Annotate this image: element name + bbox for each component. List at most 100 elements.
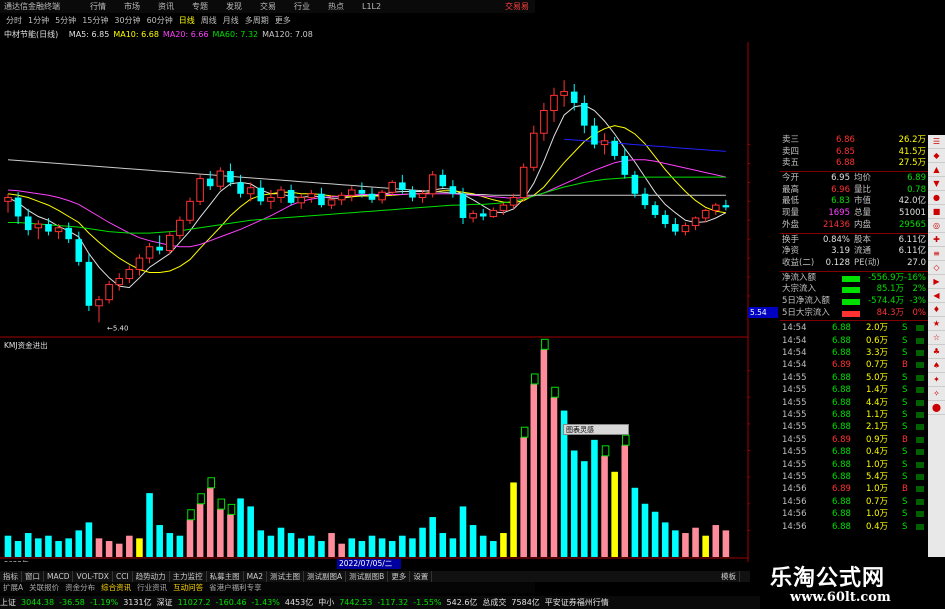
menu-item[interactable]: 交易: [260, 2, 276, 11]
volume-bar: [176, 535, 184, 557]
toolbar-icon[interactable]: ◀: [928, 289, 945, 303]
toolbar-icon[interactable]: ♣: [928, 345, 945, 359]
toolbar-icon[interactable]: ◇: [928, 261, 945, 275]
period-tab[interactable]: 5分钟: [55, 14, 76, 27]
flow-bar: [842, 298, 860, 305]
toolbar-icon[interactable]: ✦: [928, 373, 945, 387]
tick-volume: 1.4万: [866, 385, 889, 396]
ma-line: [8, 176, 726, 234]
indicator-tab[interactable]: CCI: [113, 571, 133, 582]
candle-body: [318, 193, 325, 206]
menu-item[interactable]: L1L2: [362, 2, 381, 11]
period-tab[interactable]: 多周期: [245, 14, 269, 27]
extension-tab[interactable]: 省港户福利专享: [206, 582, 265, 593]
volume-bar: [712, 525, 720, 557]
menu-item[interactable]: 发现: [226, 2, 242, 11]
candle-body: [14, 197, 22, 217]
stat-value: 6.83: [831, 196, 850, 207]
indicator-tab[interactable]: 趋势动力: [133, 571, 170, 582]
ask-row[interactable]: 卖三 6.86 26.2万: [780, 135, 928, 147]
period-tab[interactable]: 60分钟: [147, 14, 173, 27]
template-button[interactable]: 模板: [718, 571, 740, 582]
trade-menu[interactable]: 交易易: [505, 0, 529, 13]
period-tab[interactable]: 更多: [275, 14, 291, 27]
toolbar-icon[interactable]: ●: [928, 191, 945, 205]
ask-row[interactable]: 卖五 6.88 27.5万: [780, 158, 928, 170]
period-tab[interactable]: 分时: [6, 14, 22, 27]
candle-body: [560, 91, 568, 96]
menu-item[interactable]: 资讯: [158, 2, 174, 11]
toolbar-icon[interactable]: ☰: [928, 135, 945, 149]
candle-body: [540, 110, 548, 134]
volume-bar: [661, 522, 669, 557]
tick-row: 14:54 6.88 3.3万 S: [780, 347, 928, 359]
indicator-tab[interactable]: 测试副图A: [304, 571, 347, 582]
indicator-tab[interactable]: VOL-TDX: [73, 571, 113, 582]
menu-item[interactable]: 行业: [294, 2, 310, 11]
toolbar-icon[interactable]: ♠: [928, 359, 945, 373]
volume-bar: [65, 538, 72, 557]
tick-volume: 3.3万: [866, 348, 889, 359]
toolbar-icon[interactable]: ⬤: [928, 401, 945, 415]
period-tab[interactable]: 周线: [201, 14, 217, 27]
candle-body: [449, 186, 457, 194]
toolbar-icon[interactable]: ☆: [928, 331, 945, 345]
volume-bar: [459, 506, 467, 557]
toolbar-icon[interactable]: ▼: [928, 177, 945, 191]
candle-body: [105, 284, 113, 301]
toolbar-icon[interactable]: ▲: [928, 163, 945, 177]
ma-legend: 中材节能(日线) MA5: 6.85 MA10: 6.68 MA20: 6.66 MA…: [0, 29, 750, 41]
menu-item[interactable]: 行情: [90, 2, 106, 11]
extension-tab[interactable]: 扩展A: [0, 582, 26, 593]
indicator-tab[interactable]: MA2: [244, 571, 268, 582]
extension-tab[interactable]: 互动问答: [170, 582, 206, 593]
extension-tab[interactable]: 关联报价: [26, 582, 62, 593]
indicator-tab[interactable]: 设置: [410, 571, 433, 582]
extension-tab[interactable]: 综合资讯: [98, 582, 134, 593]
indicator-tab[interactable]: 主力监控: [170, 571, 207, 582]
candle-body: [115, 278, 124, 286]
indicator-tab[interactable]: 更多: [388, 571, 411, 582]
indicator-tab[interactable]: 指标: [0, 571, 22, 582]
menu-item[interactable]: 市场: [124, 2, 140, 11]
status-item: 3131亿: [123, 598, 152, 607]
ask-price: 6.85: [836, 146, 855, 157]
period-tab[interactable]: 1分钟: [28, 14, 49, 27]
candle-body: [45, 224, 52, 232]
toolbar-icon[interactable]: ♦: [928, 303, 945, 317]
period-tab[interactable]: 30分钟: [114, 14, 140, 27]
extension-tab[interactable]: 行业资讯: [134, 582, 170, 593]
menu-item[interactable]: 专题: [192, 2, 208, 11]
volume-bar: [651, 511, 659, 557]
indicator-tab[interactable]: 测试副图B: [346, 571, 389, 582]
extension-tab[interactable]: 资金分布: [62, 582, 98, 593]
indicator-tab[interactable]: 私募主图: [207, 571, 244, 582]
stat-label: 量比: [854, 184, 872, 195]
toolbar-icon[interactable]: ◎: [928, 219, 945, 233]
indicator-tab[interactable]: 测试主图: [267, 571, 305, 582]
toolbar-icon[interactable]: ▶: [928, 275, 945, 289]
status-item: 4453亿: [284, 598, 314, 607]
tick-count: [916, 461, 924, 468]
toolbar-icon[interactable]: ◆: [928, 149, 945, 163]
toolbar-icon[interactable]: ★: [928, 317, 945, 331]
tick-side: B: [902, 484, 908, 495]
volume-bar: [510, 482, 517, 557]
chart-tooltip[interactable]: 图表灵感: [563, 424, 629, 435]
period-tab[interactable]: 15分钟: [82, 14, 108, 27]
tick-row: 14:55 6.88 1.4万 S: [780, 384, 928, 396]
toolbar-icon[interactable]: ✧: [928, 387, 945, 401]
indicator-tab[interactable]: MACD: [44, 571, 74, 582]
volume-panel-title: KMJ资金进出: [4, 340, 48, 350]
kline-chart[interactable]: 7.757.507.257.006.756.506.256.005.755.50…: [0, 42, 750, 562]
toolbar-icon[interactable]: ■: [928, 205, 945, 219]
toolbar-icon[interactable]: ✚: [928, 233, 945, 247]
period-tab[interactable]: 月线: [223, 14, 239, 27]
ask-row[interactable]: 卖四 6.85 41.5万: [780, 147, 928, 159]
menu-item[interactable]: 热点: [328, 2, 344, 11]
period-tab[interactable]: 日线: [179, 14, 195, 27]
toolbar-icon[interactable]: ≡: [928, 247, 945, 261]
volume-bar: [247, 506, 254, 557]
ask-volume: 27.5万: [898, 158, 926, 169]
indicator-tab[interactable]: 窗口: [22, 571, 44, 582]
